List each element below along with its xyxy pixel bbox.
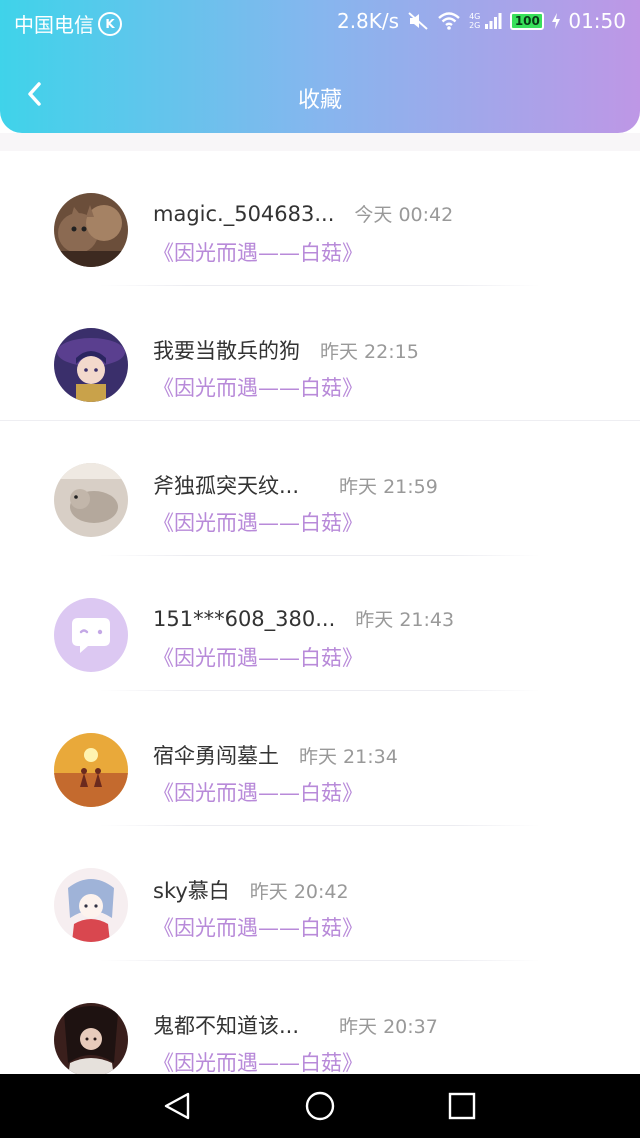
user-name: 斧独孤突天纹... xyxy=(153,474,300,498)
system-nav-bar xyxy=(0,1074,640,1138)
battery-icon: 100 xyxy=(510,12,545,30)
list-item[interactable]: 宿伞勇闯墓土 昨天 21:34 《因光而遇——白菇》 xyxy=(0,691,640,826)
list-item[interactable]: 我要当散兵的狗 昨天 22:15 《因光而遇——白菇》 xyxy=(0,286,640,421)
user-name: magic._504683... xyxy=(153,202,335,226)
user-name: 宿伞勇闯墓土 xyxy=(153,744,279,768)
header-shadow xyxy=(0,133,640,151)
nav-back-button[interactable] xyxy=(162,1090,194,1122)
user-name: 151***608_380... xyxy=(153,607,336,631)
timestamp: 昨天 21:34 xyxy=(299,746,398,768)
anime-sketch-icon xyxy=(54,868,128,942)
circle-home-icon xyxy=(305,1091,335,1121)
list-item[interactable]: 斧独孤突天纹... 昨天 21:59 《因光而遇——白菇》 xyxy=(0,421,640,556)
user-name: sky慕白 xyxy=(153,879,230,903)
dark-character-icon xyxy=(54,1003,128,1077)
timestamp: 昨天 20:42 xyxy=(249,881,349,903)
avatar[interactable] xyxy=(54,1003,128,1077)
anime-character-icon xyxy=(54,328,128,402)
avatar[interactable] xyxy=(54,463,128,537)
favorite-title[interactable]: 《因光而遇——白菇》 xyxy=(153,237,363,267)
mute-icon xyxy=(408,12,428,30)
square-recents-icon xyxy=(448,1092,476,1120)
list-item[interactable]: sky慕白 昨天 20:42 《因光而遇——白菇》 xyxy=(0,826,640,961)
cat-photo-icon xyxy=(54,193,128,267)
sunset-figures-icon xyxy=(54,733,128,807)
triangle-back-icon xyxy=(164,1092,190,1120)
timestamp: 今天 00:42 xyxy=(354,204,454,226)
wifi-icon xyxy=(438,12,460,30)
timestamp: 昨天 22:15 xyxy=(320,341,419,363)
list-item[interactable]: magic._504683... 今天 00:42 《因光而遇——白菇》 xyxy=(0,151,640,286)
small-animal-icon xyxy=(54,463,128,537)
favorite-title[interactable]: 《因光而遇——白菇》 xyxy=(153,777,363,807)
timestamp: 昨天 20:37 xyxy=(339,1016,438,1038)
user-name: 鬼都不知道该... xyxy=(153,1014,300,1038)
avatar[interactable] xyxy=(54,598,128,672)
nav-home-button[interactable] xyxy=(304,1090,336,1122)
page-title: 收藏 xyxy=(297,88,342,113)
avatar[interactable] xyxy=(54,328,128,402)
carrier-badge-icon: K xyxy=(98,11,122,36)
charging-icon xyxy=(552,13,561,29)
nav-recents-button[interactable] xyxy=(446,1090,478,1122)
signal-icon: 4G 2G xyxy=(469,12,502,30)
timestamp: 昨天 21:43 xyxy=(355,609,455,631)
list-item[interactable]: 151***608_380... 昨天 21:43 《因光而遇——白菇》 xyxy=(0,556,640,691)
status-bar: 中国电信 K 2.8K/s 4G 2G 100 01:50 xyxy=(0,0,640,43)
favorite-title[interactable]: 《因光而遇——白菇》 xyxy=(153,1047,363,1077)
timestamp: 昨天 21:59 xyxy=(339,476,438,498)
avatar[interactable] xyxy=(54,193,128,267)
network-type-secondary: 2G xyxy=(469,21,481,30)
default-chat-avatar-icon xyxy=(54,598,128,672)
clock: 01:50 xyxy=(568,9,626,33)
network-type: 4G xyxy=(469,12,481,21)
favorite-title[interactable]: 《因光而遇——白菇》 xyxy=(153,507,363,537)
header-gradient: 中国电信 K 2.8K/s 4G 2G 100 01:50 收藏 xyxy=(0,0,640,133)
carrier-name: 中国电信 xyxy=(14,13,94,37)
user-name: 我要当散兵的狗 xyxy=(153,339,300,363)
avatar[interactable] xyxy=(54,733,128,807)
title-bar: 收藏 xyxy=(0,62,640,132)
avatar[interactable] xyxy=(54,868,128,942)
favorite-title[interactable]: 《因光而遇——白菇》 xyxy=(153,372,363,402)
favorite-title[interactable]: 《因光而遇——白菇》 xyxy=(153,642,363,672)
favorites-list: magic._504683... 今天 00:42 《因光而遇——白菇》 我要当… xyxy=(0,151,640,1096)
favorite-title[interactable]: 《因光而遇——白菇》 xyxy=(153,912,363,942)
network-speed: 2.8K/s xyxy=(336,9,400,33)
